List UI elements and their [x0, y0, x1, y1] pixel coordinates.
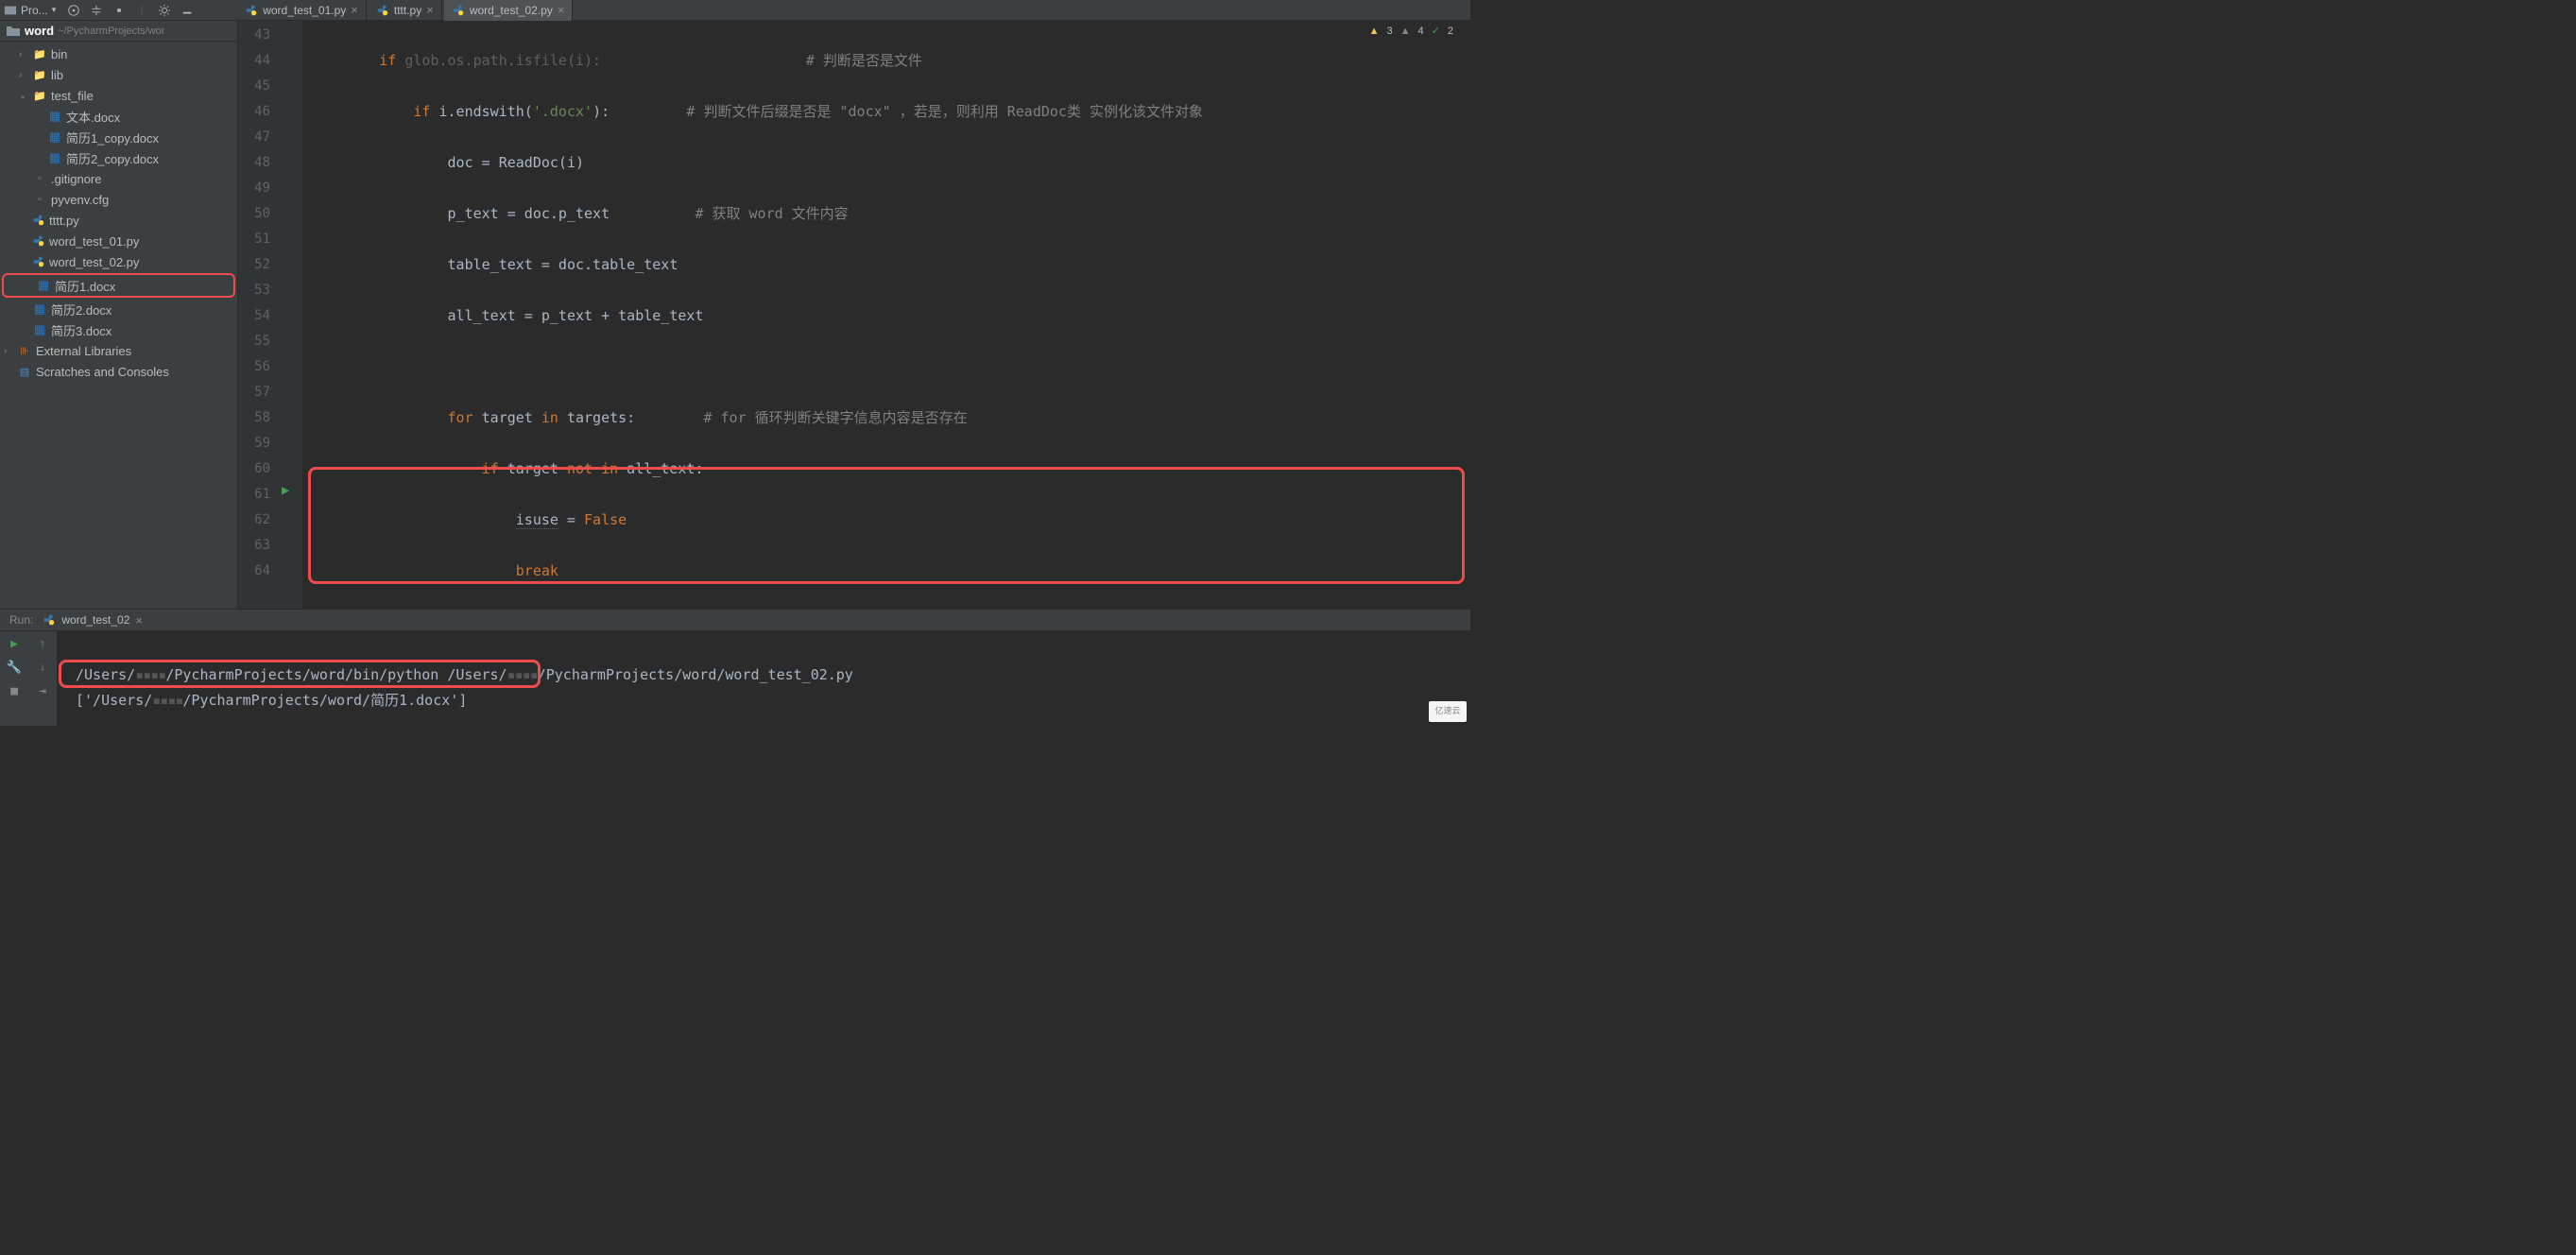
tree-file-jl2-copy[interactable]: ▦简历2_copy.docx [0, 147, 237, 168]
run-tab-label: word_test_02 [61, 613, 129, 627]
python-icon [452, 4, 465, 17]
editor[interactable]: 4344454647484950515253545556575859606162… [238, 21, 1470, 609]
tab-word-test-02[interactable]: word_test_02.py × [444, 0, 574, 21]
tree-file-jl1-copy[interactable]: ▦简历1_copy.docx [0, 127, 237, 147]
close-icon[interactable]: × [558, 3, 565, 17]
breadcrumb-path: ~/PycharmProjects/wor [58, 26, 164, 37]
tab-label: tttt.py [394, 4, 421, 17]
close-icon[interactable]: × [426, 3, 434, 17]
console-output[interactable]: /Users/▪▪▪▪/PycharmProjects/word/bin/pyt… [57, 631, 1470, 726]
typo-icon: ✓ [1432, 25, 1440, 37]
tree-file-gitignore[interactable]: ▫.gitignore [0, 168, 237, 189]
weak-warning-icon: ▲ [1400, 26, 1411, 37]
run-panel: ▶ 🔧 ■ ↑ ↓ ⇥ /Users/▪▪▪▪/PycharmProjects/… [0, 631, 1470, 726]
project-label: Pro... [21, 4, 48, 17]
chevron-down-icon: ▾ [52, 5, 57, 15]
project-icon [4, 4, 17, 17]
gear-icon[interactable] [158, 4, 171, 17]
breadcrumb[interactable]: word ~/PycharmProjects/wor [0, 21, 237, 42]
top-toolbar: Pro... ▾ word_test_01.py × tttt.py × wor… [0, 0, 1470, 21]
warning-icon: ▲ [1369, 26, 1380, 37]
python-icon [32, 234, 45, 248]
line-gutter: 4344454647484950515253545556575859606162… [238, 21, 278, 609]
minimize-icon[interactable] [180, 4, 194, 17]
fold-gutter: ▶ [278, 21, 302, 609]
python-icon [376, 4, 389, 17]
editor-tabs: word_test_01.py × tttt.py × word_test_02… [237, 0, 573, 21]
wrap-icon[interactable]: ⇥ [39, 684, 46, 698]
breadcrumb-root: word [25, 24, 54, 38]
collapse-icon[interactable] [90, 4, 103, 17]
tree-file-wt01[interactable]: word_test_01.py [0, 231, 237, 251]
wrench-icon[interactable]: 🔧 [7, 661, 22, 675]
tree-file-tttt[interactable]: tttt.py [0, 210, 237, 231]
watermark: 亿速云 [1429, 701, 1467, 722]
arrow-up-icon[interactable]: ↑ [39, 637, 46, 651]
python-icon [32, 255, 45, 268]
folder-icon [6, 24, 21, 39]
run-tab[interactable]: word_test_02 × [43, 613, 143, 628]
tree-file-text-docx[interactable]: ▦文本.docx [0, 106, 237, 127]
file-tree: ›📁bin ›📁lib ⌄📁test_file ▦文本.docx ▦简历1_co… [0, 42, 237, 384]
tree-external-libs[interactable]: ›⊪External Libraries [0, 340, 237, 361]
close-icon[interactable]: × [135, 613, 143, 628]
stop-icon[interactable]: ■ [10, 684, 18, 698]
tree-file-jl3[interactable]: ▦简历3.docx [0, 319, 237, 340]
tree-folder-test-file[interactable]: ⌄📁test_file [0, 85, 237, 106]
warning-count: 3 [1387, 26, 1393, 37]
python-icon [32, 214, 45, 227]
run-label: Run: [9, 613, 33, 627]
divider-icon [135, 4, 148, 17]
tab-word-test-01[interactable]: word_test_01.py × [237, 0, 367, 21]
run-gutter-icon[interactable]: ▶ [282, 483, 289, 498]
run-toolbar-left: ▶ 🔧 ■ [0, 631, 28, 726]
run-icon[interactable]: ▶ [10, 637, 18, 651]
tab-tttt[interactable]: tttt.py × [369, 0, 442, 21]
python-icon [245, 4, 258, 17]
tab-label: word_test_02.py [470, 4, 553, 17]
tree-file-wt02[interactable]: word_test_02.py [0, 251, 237, 272]
tree-file-pyvenv[interactable]: ▫pyvenv.cfg [0, 189, 237, 210]
expand-icon[interactable] [112, 4, 126, 17]
tree-file-jl1[interactable]: ▦简历1.docx [4, 275, 233, 296]
tree-file-jl2[interactable]: ▦简历2.docx [0, 299, 237, 319]
project-selector[interactable]: Pro... ▾ [4, 4, 56, 17]
tree-scratches[interactable]: ▤Scratches and Consoles [0, 361, 237, 382]
highlighted-file-box: ▦简历1.docx [2, 273, 235, 298]
typo-count: 2 [1448, 26, 1453, 37]
code-area[interactable]: if glob.os.path.isfile(i): # 判断是否是文件 if … [302, 21, 1470, 609]
tab-label: word_test_01.py [263, 4, 346, 17]
close-icon[interactable]: × [351, 3, 358, 17]
weak-warning-count: 4 [1418, 26, 1424, 37]
project-sidebar: word ~/PycharmProjects/wor ›📁bin ›📁lib ⌄… [0, 21, 238, 609]
python-icon [43, 613, 56, 627]
arrow-down-icon[interactable]: ↓ [39, 661, 46, 675]
target-icon[interactable] [67, 4, 80, 17]
tree-folder-lib[interactable]: ›📁lib [0, 64, 237, 85]
inspection-bar[interactable]: ▲ 3 ▲ 4 ✓ 2 [1369, 25, 1453, 37]
run-toolbar-arrows: ↑ ↓ ⇥ [28, 631, 57, 726]
run-panel-header: Run: word_test_02 × [0, 609, 1470, 631]
tree-folder-bin[interactable]: ›📁bin [0, 43, 237, 64]
